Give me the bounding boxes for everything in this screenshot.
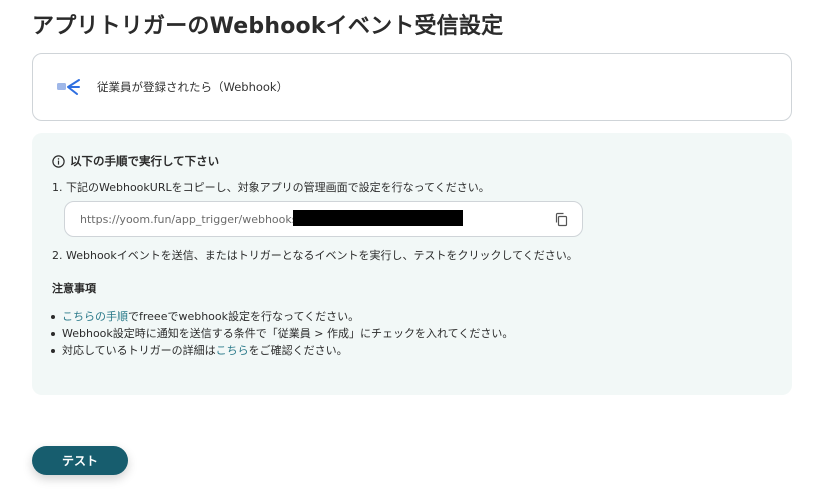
redacted-block [293,210,463,226]
instructions-panel: 以下の手順で実行して下さい 1. 下記のWebhookURLをコピーし、対象アプ… [32,133,792,395]
note-text: 対応しているトリガーの詳細は [62,344,216,357]
list-item: Webhook設定時に通知を送信する条件で「従業員 > 作成」にチェックを入れて… [50,325,514,342]
instructions-heading-text: 以下の手順で実行して下さい [70,154,220,168]
notes-heading: 注意事項 [52,282,96,295]
webhook-url-text: https://yoom.fun/app_trigger/webhooks/ [80,213,302,226]
webhook-url-field[interactable]: https://yoom.fun/app_trigger/webhooks/ [64,201,583,237]
note-text: でfreeeでwebhook設定を行なってください。 [128,310,360,323]
setup-guide-link[interactable]: こちらの手順 [62,310,128,323]
info-icon [52,154,65,168]
trigger-card: 従業員が登録されたら（Webhook） [32,53,792,121]
list-item: 対応しているトリガーの詳細はこちらをご確認ください。 [50,342,513,359]
step-2-text: 2. Webhookイベントを送信、またはトリガーとなるイベントを実行し、テスト… [52,249,578,262]
notes-list: こちらの手順でfreeeでwebhook設定を行なってください。 Webhook… [50,308,514,359]
test-button[interactable]: テスト [32,446,128,475]
step-1-text: 1. 下記のWebhookURLをコピーし、対象アプリの管理画面で設定を行なって… [52,181,490,194]
instructions-heading: 以下の手順で実行して下さい [52,153,219,169]
page-title: アプリトリガーのWebhookイベント受信設定 [32,14,504,39]
freee-app-icon [55,77,83,97]
note-text: をご確認ください。 [248,344,348,357]
trigger-label: 従業員が登録されたら（Webhook） [97,80,289,94]
note-text: Webhook設定時に通知を送信する条件で「従業員 > 作成」にチェックを入れて… [62,327,514,340]
trigger-details-link[interactable]: こちら [216,344,249,357]
list-item: こちらの手順でfreeeでwebhook設定を行なってください。 [50,308,513,325]
copy-icon[interactable] [554,212,569,227]
